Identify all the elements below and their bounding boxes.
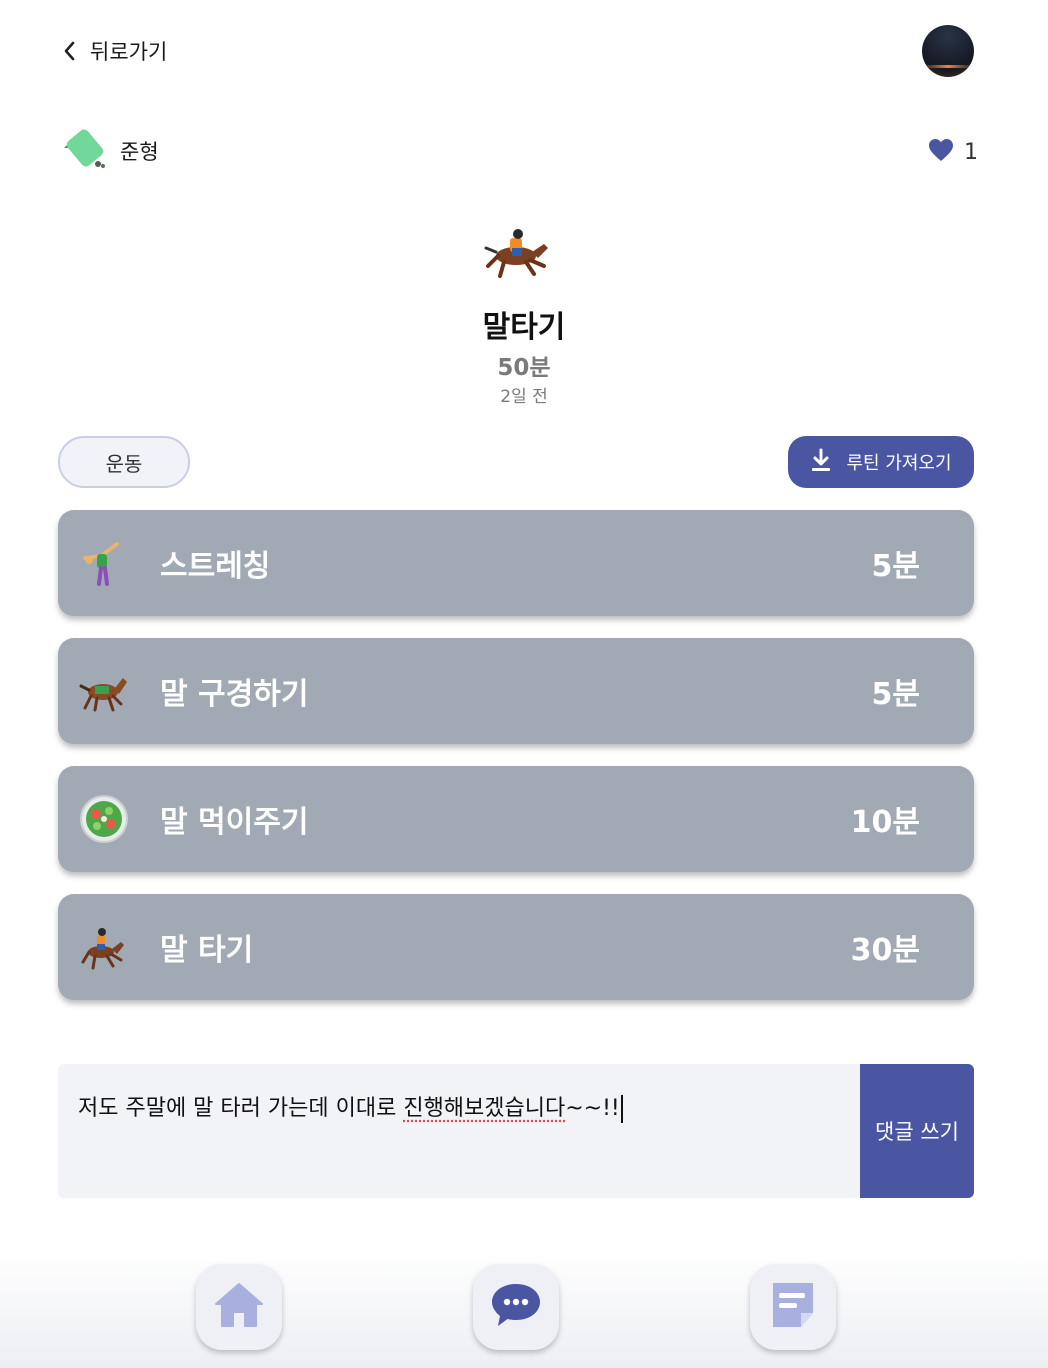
nav-chat-button[interactable] [473,1264,559,1350]
heart-icon [928,138,954,166]
download-icon [810,448,832,477]
posted-time: 2일 전 [500,387,548,407]
exercise-time: 5분 [871,677,920,712]
home-icon [212,1280,266,1334]
exercise-name: 말 타기 [160,933,254,968]
comment-input[interactable]: 저도 주말에 말 타러 가는데 이대로 진행해보겠습니다~~!! [58,1064,860,1198]
nav-home-button[interactable] [196,1264,282,1350]
like-button[interactable]: 1 [928,138,978,166]
chevron-left-icon [58,40,80,62]
exercise-card[interactable]: 말 먹이주기 10분 [58,766,974,872]
salad-icon [78,793,130,845]
write-comment-button[interactable]: 댓글 쓰기 [860,1064,974,1198]
author-info: 준형 [58,126,159,176]
exercise-name: 말 구경하기 [160,677,309,712]
exercise-card[interactable]: 스트레칭 5분 [58,510,974,616]
comment-text: 저도 주말에 말 타러 가는데 이대로 진행해보겠습니다~~!! [78,1090,623,1123]
horse-racing-icon [78,921,130,973]
exercise-time: 10분 [850,805,920,840]
back-button[interactable]: 뒤로가기 [58,34,167,68]
import-routine-button[interactable]: 루틴 가져오기 [788,436,974,488]
like-count: 1 [964,139,978,165]
author-name: 준형 [120,140,159,164]
chat-icon [488,1280,544,1334]
import-label: 루틴 가져오기 [846,453,952,474]
nav-note-button[interactable] [750,1264,836,1350]
routine-title: 말타기 [482,310,566,345]
horse-icon [78,665,130,717]
exercise-name: 말 먹이주기 [160,805,309,840]
exercise-time: 5분 [871,549,920,584]
exercise-card[interactable]: 말 구경하기 5분 [58,638,974,744]
routine-duration: 50분 [497,355,551,381]
category-tag[interactable]: 운동 [58,436,190,488]
author-avatar-icon [58,126,108,176]
back-label: 뒤로가기 [90,40,168,64]
exercise-card[interactable]: 말 타기 30분 [58,894,974,1000]
exercise-time: 30분 [850,933,920,968]
cartwheel-icon [78,537,130,589]
horse-racing-icon [474,222,574,286]
note-icon [767,1279,819,1335]
exercise-name: 스트레칭 [160,549,271,584]
profile-avatar[interactable] [922,25,974,77]
